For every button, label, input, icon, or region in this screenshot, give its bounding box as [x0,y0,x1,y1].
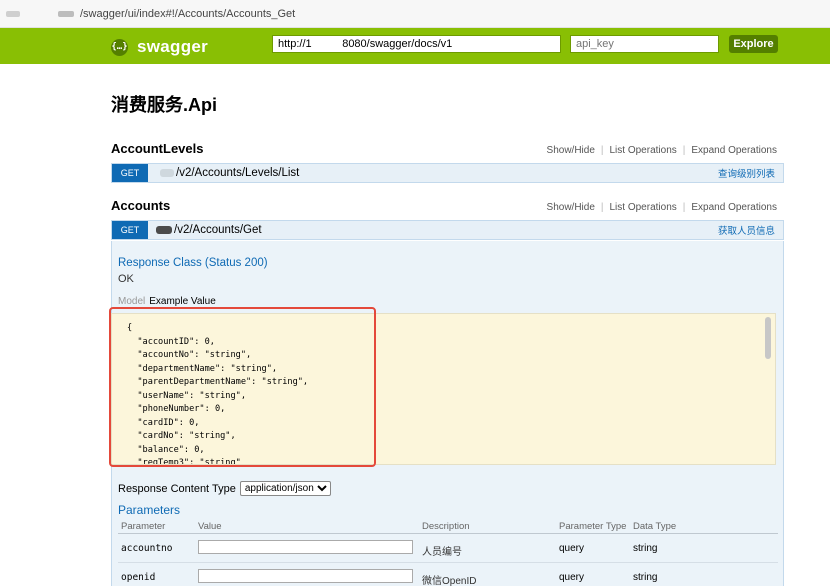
operation-path[interactable]: /v2/Accounts/Get [174,224,262,236]
response-content-type: Response Content Type application/json [118,481,331,496]
parameters-table: Parameter Value Description Parameter Ty… [118,519,778,586]
redacted-mark [156,226,172,234]
operation-get-accounts[interactable]: GET /v2/Accounts/Get 获取人员信息 [111,220,784,240]
header-value: Value [198,521,222,532]
browser-address-bar[interactable]: /swagger/ui/index#!/Accounts/Accounts_Ge… [0,0,830,28]
operation-get-levels-list[interactable]: GET /v2/Accounts/Levels/List 查询级别列表 [111,163,784,183]
response-content-type-label: Response Content Type [118,482,236,495]
response-class-value: OK [118,273,134,285]
param-openid-input[interactable] [198,569,413,583]
operation-summary[interactable]: 获取人员信息 [718,223,775,237]
param-name: openid [121,572,156,583]
resource-heading-accounts[interactable]: Accounts [111,198,170,213]
http-method-badge[interactable]: GET [112,221,148,239]
tab-example-value[interactable]: Example Value [149,296,216,307]
model-tabs: Model Example Value [118,296,216,307]
expand-operations-link[interactable]: Expand Operations [691,145,777,156]
param-data-type: string [633,572,658,583]
parameters-header-row: Parameter Value Description Parameter Ty… [118,519,778,534]
swagger-header: {…} swagger Explore [0,28,830,64]
param-name: accountno [121,543,173,554]
header-data-type: Data Type [633,521,677,532]
separator: | [600,145,604,156]
redacted-mark [6,10,20,17]
separator: | [682,145,686,156]
list-operations-link[interactable]: List Operations [610,145,677,156]
param-description: 人员编号 [422,547,462,558]
param-description: 微信OpenID [422,576,477,586]
swagger-logo-text: swagger [137,37,209,56]
scrollbar-thumb[interactable] [765,317,771,359]
param-accountno-input[interactable] [198,540,413,554]
code-scrollbar[interactable] [765,317,772,463]
resource-links-accounts: Show/Hide | List Operations | Expand Ope… [547,202,777,213]
header-parameter: Parameter [121,521,166,532]
table-row: openid 微信OpenID query string [118,563,778,586]
param-data-type: string [633,543,658,554]
table-row: accountno 人员编号 query string [118,534,778,563]
example-value-code[interactable]: { "accountID": 0, "accountNo": "string",… [111,313,776,465]
response-class-heading: Response Class (Status 200) [118,257,268,269]
api-title: 消费服务.Api [111,95,217,115]
header-parameter-type: Parameter Type [559,521,627,532]
param-type: query [559,572,585,583]
resource-links-accountlevels: Show/Hide | List Operations | Expand Ope… [547,145,777,156]
separator: | [682,202,686,213]
show-hide-link[interactable]: Show/Hide [547,145,595,156]
explore-button[interactable]: Explore [729,35,778,53]
resource-heading-accountlevels[interactable]: AccountLevels [111,141,203,156]
param-type: query [559,543,585,554]
example-json: { "accountID": 0, "accountNo": "string",… [127,323,309,465]
operation-summary[interactable]: 查询级别列表 [718,166,775,180]
expand-operations-link[interactable]: Expand Operations [691,202,777,213]
separator: | [600,202,604,213]
api-key-input[interactable] [570,35,719,53]
redacted-mark [58,10,74,17]
http-method-badge[interactable]: GET [112,164,148,182]
swagger-logo-icon: {…} [111,38,128,56]
show-hide-link[interactable]: Show/Hide [547,202,595,213]
operation-path[interactable]: /v2/Accounts/Levels/List [176,167,299,179]
browser-url-text[interactable]: /swagger/ui/index#!/Accounts/Accounts_Ge… [80,8,295,20]
tab-model[interactable]: Model [118,296,145,307]
header-description: Description [422,521,470,532]
redacted-mark [160,169,174,177]
list-operations-link[interactable]: List Operations [610,202,677,213]
spec-url-input[interactable] [272,35,561,53]
parameters-heading: Parameters [118,503,181,517]
response-content-type-select[interactable]: application/json [239,481,331,496]
swagger-logo[interactable]: {…} swagger [111,37,208,57]
